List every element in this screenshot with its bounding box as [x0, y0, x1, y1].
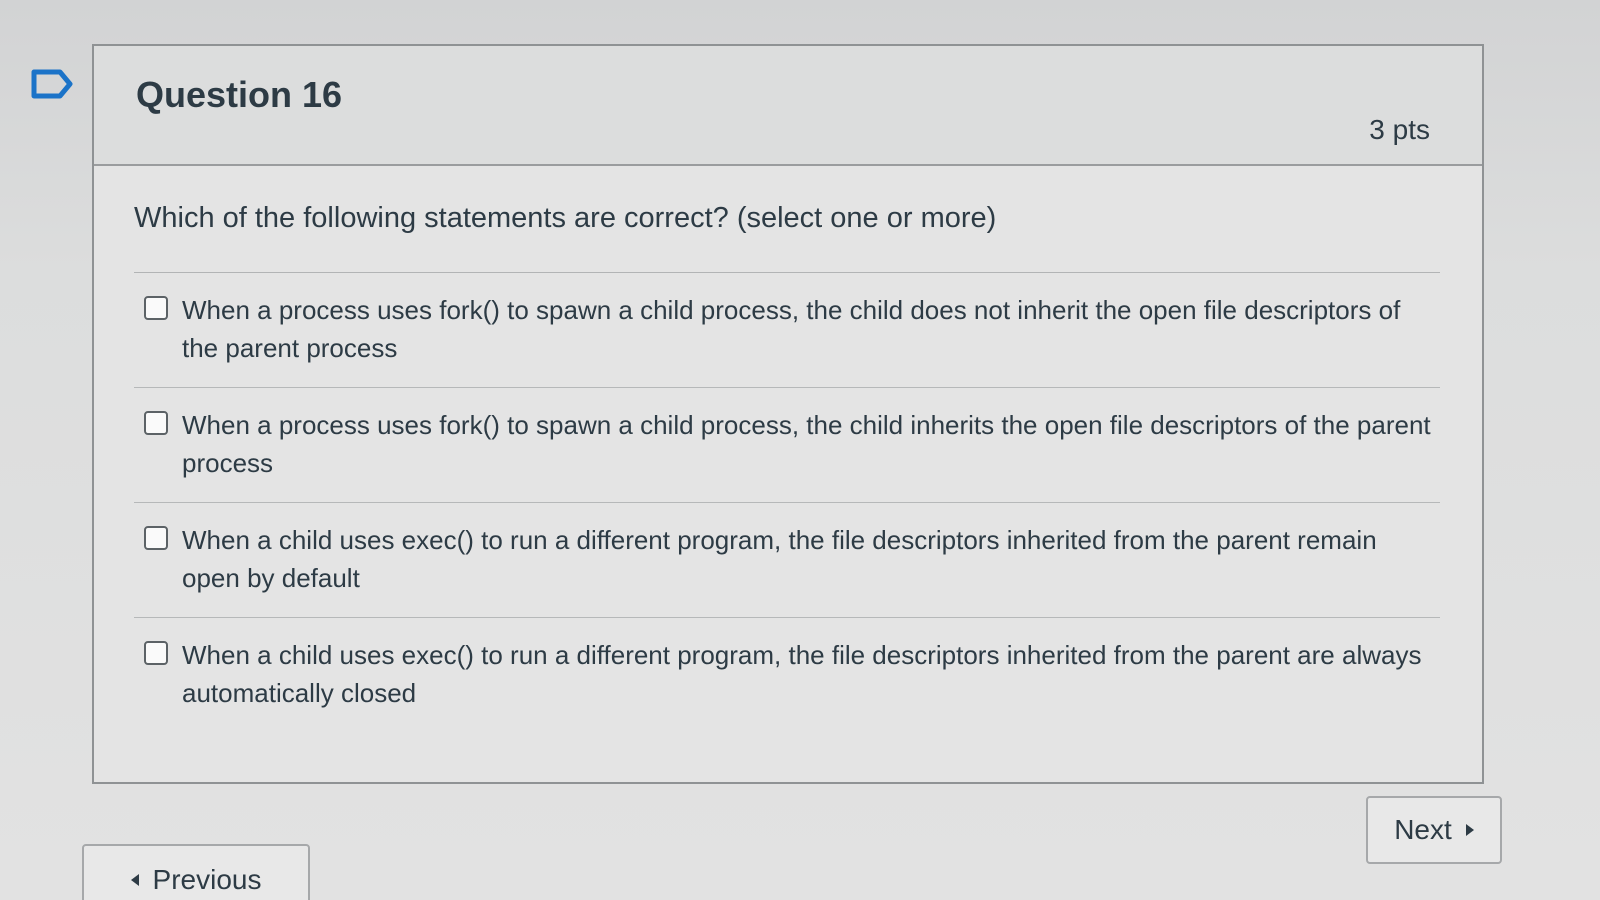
answer-option[interactable]: When a process uses fork() to spawn a ch…	[134, 273, 1440, 388]
previous-label: Previous	[152, 864, 262, 895]
answer-option[interactable]: When a child uses exec() to run a differ…	[134, 618, 1440, 732]
answer-option[interactable]: When a process uses fork() to spawn a ch…	[134, 388, 1440, 503]
answer-checkbox[interactable]	[144, 641, 168, 665]
answer-label[interactable]: When a child uses exec() to run a differ…	[182, 521, 1432, 597]
answer-label[interactable]: When a process uses fork() to spawn a ch…	[182, 406, 1432, 482]
question-points: 3 pts	[1369, 114, 1430, 145]
previous-button[interactable]: Previous	[82, 844, 310, 900]
caret-left-icon	[130, 874, 139, 886]
question-title: Question 16	[136, 74, 343, 115]
answer-option[interactable]: When a child uses exec() to run a differ…	[134, 503, 1440, 618]
question-prompt: Which of the following statements are co…	[134, 202, 997, 234]
flag-question-icon[interactable]	[30, 68, 74, 100]
next-button[interactable]: Next	[1366, 796, 1502, 864]
question-header: Question 16 3 pts	[94, 46, 1482, 166]
next-label: Next	[1394, 814, 1452, 845]
question-card: Question 16 3 pts Which of the following…	[92, 44, 1484, 784]
answer-checkbox[interactable]	[144, 411, 168, 435]
answer-checkbox[interactable]	[144, 526, 168, 550]
answer-label[interactable]: When a child uses exec() to run a differ…	[182, 636, 1432, 712]
caret-right-icon	[1465, 824, 1474, 836]
answer-label[interactable]: When a process uses fork() to spawn a ch…	[182, 291, 1432, 367]
quiz-page: Question 16 3 pts Which of the following…	[0, 0, 1600, 900]
question-body: Which of the following statements are co…	[94, 166, 1482, 752]
answer-checkbox[interactable]	[144, 296, 168, 320]
